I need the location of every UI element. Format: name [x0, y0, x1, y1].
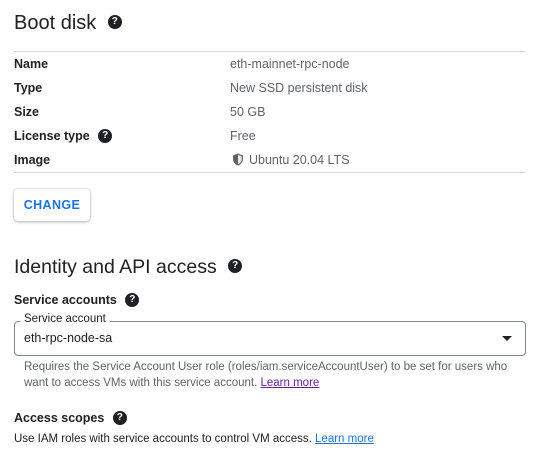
row-value-image: Ubuntu 20.04 LTS	[232, 153, 350, 167]
service-account-learn-more-link[interactable]: Learn more	[261, 377, 320, 389]
identity-section-title: Identity and API access ?	[14, 256, 243, 279]
service-account-hint: Requires the Service Account User role (…	[24, 359, 519, 391]
service-account-field-label: Service account	[20, 313, 110, 325]
table-divider	[14, 172, 526, 173]
table-divider	[14, 51, 526, 52]
access-scopes-label: Access scopes	[14, 411, 105, 425]
row-value-type: New SSD persistent disk	[230, 81, 368, 95]
help-icon[interactable]: ?	[98, 128, 113, 143]
row-value-name: eth-mainnet-rpc-node	[230, 57, 350, 71]
row-label-license: License type ?	[14, 128, 113, 144]
service-accounts-label: Service accounts	[14, 293, 117, 307]
boot-disk-title: Boot disk	[14, 12, 97, 34]
row-label-size: Size	[14, 105, 40, 119]
help-icon[interactable]: ?	[228, 258, 243, 273]
license-type-label: License type	[14, 129, 90, 143]
help-icon[interactable]: ?	[107, 14, 122, 29]
shield-icon	[233, 153, 243, 166]
access-scopes-text: Use IAM roles with service accounts to c…	[14, 433, 312, 445]
change-button[interactable]: CHANGE	[14, 189, 90, 221]
row-value-size: 50 GB	[230, 105, 266, 119]
row-value-license: Free	[230, 129, 256, 143]
help-icon[interactable]: ?	[125, 292, 140, 307]
row-label-type: Type	[14, 81, 43, 95]
service-account-select[interactable]: eth-rpc-node-sa	[14, 321, 526, 356]
identity-title: Identity and API access	[14, 256, 217, 278]
access-scopes-heading: Access scopes ?	[14, 410, 127, 426]
service-account-value: eth-rpc-node-sa	[24, 331, 113, 345]
row-label-image: Image	[14, 153, 51, 167]
boot-disk-section-title: Boot disk ?	[14, 12, 122, 35]
help-icon[interactable]: ?	[112, 410, 127, 425]
row-label-name: Name	[14, 57, 49, 71]
access-scopes-learn-more-link[interactable]: Learn more	[315, 433, 374, 445]
access-scopes-description: Use IAM roles with service accounts to c…	[14, 433, 374, 445]
caret-down-icon	[502, 336, 512, 341]
service-accounts-heading: Service accounts ?	[14, 292, 140, 308]
image-name: Ubuntu 20.04 LTS	[249, 153, 350, 167]
